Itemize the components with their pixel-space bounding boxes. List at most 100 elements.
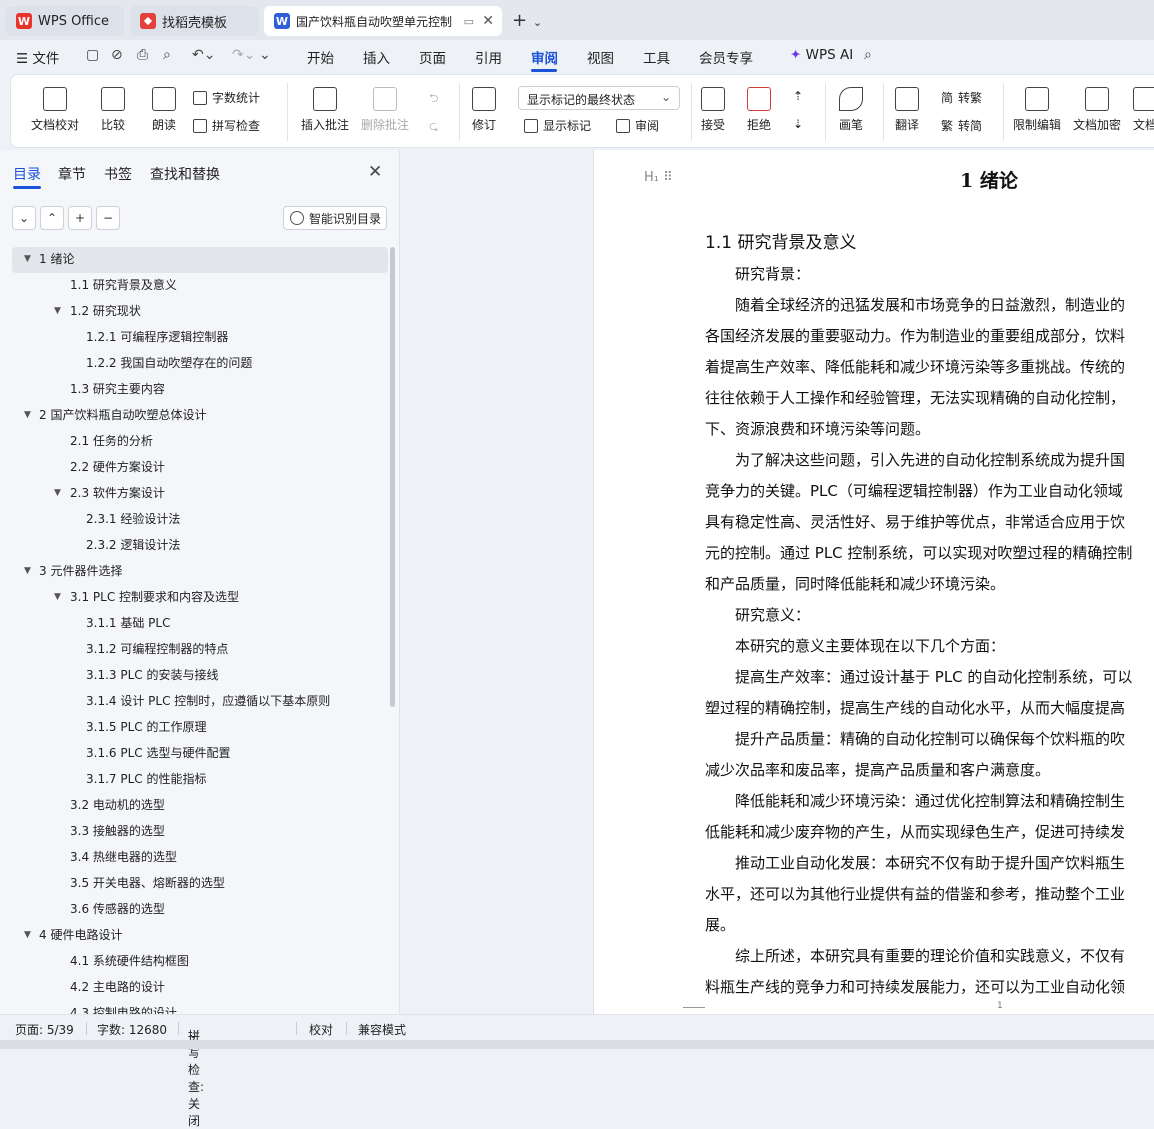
menu-home[interactable]: 开始 [307,47,334,67]
close-tab-icon[interactable]: ✕ [482,13,494,29]
toc-item[interactable]: ▼ 3 元件器件选择 [12,559,388,585]
toc-item[interactable]: 3.2 电动机的选型 [12,793,388,819]
toc-item[interactable]: ▼ 3.1 PLC 控制要求和内容及选型 [12,585,388,611]
toc-item[interactable]: 2.3.2 逻辑设计法 [12,533,388,559]
doc-line[interactable]: 水平，还可以为其他行业提供有益的借鉴和参考，推动整个工业 [705,883,1125,904]
menu-file[interactable]: ☰ 文件 [16,47,59,67]
tab-chapters[interactable]: 章节 [58,164,86,184]
menu-review[interactable]: 审阅 [531,47,558,67]
toc-item[interactable]: 2.3.1 经验设计法 [12,507,388,533]
doc-line[interactable]: 下、资源浪费和环境污染等问题。 [705,418,930,439]
toc-item[interactable]: 3.3 接触器的选型 [12,819,388,845]
toc-item[interactable]: 3.1.3 PLC 的安装与接线 [12,663,388,689]
prev-comment-icon[interactable]: ⮌ [429,89,439,110]
delete-comment-button[interactable]: 删除批注 [361,87,409,133]
toc-item[interactable]: 3.1.7 PLC 的性能指标 [12,767,388,793]
doc-line[interactable]: 减少次品率和废品率，提高产品质量和客户满意度。 [705,759,1050,780]
doc-line[interactable]: 元的控制。通过 PLC 控制系统，可以实现对吹塑过程的精确控制 [705,542,1132,563]
doc-line[interactable]: 和产品质量，同时降低能耗和减少环境污染。 [705,573,1005,594]
toc-item[interactable]: ▼ 4 硬件电路设计 [12,923,388,949]
toc-item[interactable]: 3.1.5 PLC 的工作原理 [12,715,388,741]
doc-line[interactable]: 各国经济发展的重要驱动力。作为制造业的重要组成部分，饮料 [705,325,1125,346]
proof-status[interactable]: 校对 [309,1021,333,1038]
doc-line[interactable]: 提升产品质量：精确的自动化控制可以确保每个饮料瓶的吹 [705,728,1125,749]
to-traditional-button[interactable]: 简 转繁 [941,89,982,106]
tab-bookmarks[interactable]: 书签 [104,164,132,184]
doc-line[interactable]: 塑过程的精确控制，提高生产线的自动化水平，从而大幅度提高 [705,697,1125,718]
toc-item[interactable]: 4.2 主电路的设计 [12,975,388,1001]
toc-item[interactable]: 1.1 研究背景及意义 [12,273,388,299]
print-icon[interactable]: ⎙ [137,47,148,63]
redo-icon[interactable]: ↷⌄ [232,47,255,63]
new-tab-icon[interactable]: + ⌄ [512,10,542,31]
show-markup-button[interactable]: 显示标记 [524,117,591,134]
doc-line[interactable]: 料瓶生产线的竞争力和可持续发展能力，还可以为工业自动化领 [705,976,1125,997]
tab-find-replace[interactable]: 查找和替换 [150,164,220,184]
doc-line[interactable]: 展。 [705,914,735,935]
more-icon[interactable]: ⌄ [259,47,271,63]
caret-down-icon[interactable]: ▼ [24,559,31,583]
doc-line[interactable]: 降低能耗和减少环境污染：通过优化控制算法和精确控制生 [705,790,1125,811]
display-state-select[interactable]: 显示标记的最终状态 ⌄ [518,86,680,110]
toc-item[interactable]: 4.3 控制电路的设计 [12,1001,388,1014]
toc-item[interactable]: 3.1.2 可编程控制器的特点 [12,637,388,663]
caret-down-icon[interactable]: ▼ [24,923,31,947]
menu-reference[interactable]: 引用 [475,47,502,67]
expand-button[interactable]: ⌄ [12,206,36,230]
remove-heading-button[interactable]: − [96,206,120,230]
doc-line[interactable]: 为了解决这些问题，引入先进的自动化控制系统成为提升国 [705,449,1125,470]
toc-item[interactable]: 2.2 硬件方案设计 [12,455,388,481]
doc-encrypt-button[interactable]: 文档加密 [1073,87,1121,133]
doc-heading-2[interactable]: 1.1 研究背景及意义 [705,228,856,253]
collapse-button[interactable]: ⌃ [40,206,64,230]
doc-line[interactable]: 本研究的意义主要体现在以下几个方面： [705,635,1005,656]
menu-page[interactable]: 页面 [419,47,446,67]
doc-line[interactable]: 竞争力的关键。PLC（可编程逻辑控制器）作为工业自动化领域 [705,480,1123,501]
undo-icon[interactable]: ↶⌄ [192,47,215,63]
insert-comment-button[interactable]: 插入批注 [301,87,349,133]
doc-line[interactable]: 研究背景： [705,263,810,284]
review-pane-button[interactable]: 审阅 [616,117,659,134]
toc-item[interactable]: 3.6 传感器的选型 [12,897,388,923]
link-icon[interactable]: ⊘ [111,47,123,63]
next-comment-icon[interactable]: ⮎ [429,117,439,138]
scrollbar[interactable] [390,247,395,707]
menu-tools[interactable]: 工具 [643,47,670,67]
restrict-edit-button[interactable]: 限制编辑 [1013,87,1061,133]
tab-toc[interactable]: 目录 [13,164,41,184]
search-icon[interactable]: ⌕ [864,47,872,63]
doc-line[interactable]: 推动工业自动化发展：本研究不仅有助于提升国产饮料瓶生 [705,852,1125,873]
tab-template[interactable]: ⬥ 找稻壳模板 [130,6,258,36]
doc-proof-button[interactable]: 文档校对 [31,87,79,133]
caret-down-icon[interactable]: ▼ [24,247,31,271]
caret-down-icon[interactable]: ▼ [54,585,61,609]
save-icon[interactable]: ▢ [86,47,99,63]
tab-wps-office[interactable]: W WPS Office [6,6,124,36]
caret-down-icon[interactable]: ▼ [54,481,61,505]
add-heading-button[interactable]: + [68,206,92,230]
track-changes-button[interactable]: 修订 [472,87,496,133]
doc-line[interactable]: 随着全球经济的迅猛发展和市场竞争的日益激烈，制造业的 [705,294,1125,315]
toc-item[interactable]: 3.1.4 设计 PLC 控制时，应遵循以下基本原则 [12,689,388,715]
preview-icon[interactable]: ⌕ [163,47,171,63]
doc-line[interactable]: 着提高生产效率、降低能耗和减少环境污染等多重挑战。传统的 [705,356,1125,377]
toc-item[interactable]: 3.5 开关电器、熔断器的选型 [12,871,388,897]
toc-item[interactable]: 3.4 热继电器的选型 [12,845,388,871]
doc-line[interactable]: 具有稳定性高、灵活性好、易于维护等优点，非常适合应用于饮 [705,511,1125,532]
read-aloud-button[interactable]: 朗读 [152,87,176,133]
close-pane-icon[interactable]: ✕ [368,162,382,182]
word-count-button[interactable]: 字数统计 [193,89,260,106]
doc-line[interactable]: 往往依赖于人工操作和经验管理，无法实现精确的自动化控制， [705,387,1125,408]
toc-item[interactable]: ▼ 1 绪论 [12,247,388,273]
smart-toc-button[interactable]: 智能识别目录 [283,206,387,230]
menu-insert[interactable]: 插入 [363,47,390,67]
menu-member[interactable]: 会员专享 [699,47,753,67]
toc-item[interactable]: ▼ 1.2 研究现状 [12,299,388,325]
pen-button[interactable]: 画笔 [839,87,863,133]
toc-item[interactable]: 1.2.2 我国自动吹塑存在的问题 [12,351,388,377]
toc-item[interactable]: 1.2.1 可编程序逻辑控制器 [12,325,388,351]
tab-document[interactable]: W 国产饮料瓶自动吹塑单元控制 ▭ ✕ [264,6,502,36]
next-change-icon[interactable]: ⇣ [793,117,803,131]
doc-line[interactable]: 研究意义： [705,604,810,625]
spell-check-button[interactable]: 拼写检查 [193,117,260,134]
